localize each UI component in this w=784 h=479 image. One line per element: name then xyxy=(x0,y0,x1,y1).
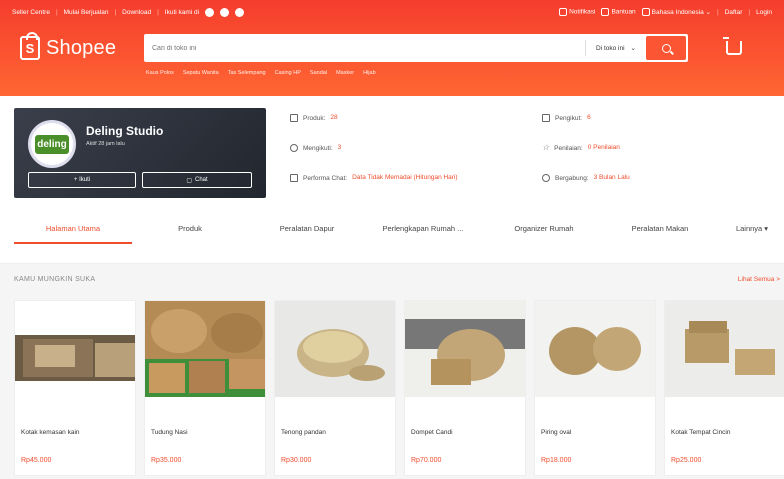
suggestion-link[interactable]: Tas Selempang xyxy=(228,70,266,76)
product-name: Kotak Tempat Cincin xyxy=(671,429,731,436)
help-link[interactable]: Bantuan xyxy=(601,8,636,16)
search-button[interactable] xyxy=(646,36,686,60)
tab-household[interactable]: Perlengkapan Rumah ... xyxy=(366,224,480,233)
search-scope-select[interactable]: Di toko ini ⌄ xyxy=(585,40,646,56)
globe-icon xyxy=(641,8,650,17)
product-card[interactable]: Dompet Candi Rp70.000 xyxy=(404,300,526,476)
suggestion-link[interactable]: Hijab xyxy=(363,70,376,76)
product-image xyxy=(665,301,784,397)
followers-icon xyxy=(542,114,550,122)
user-icon xyxy=(290,144,298,152)
store-icon xyxy=(290,114,298,122)
follow-us-label: Ikuti kami di xyxy=(164,8,200,16)
help-icon xyxy=(601,8,610,16)
stat-products: Produk: 28 xyxy=(290,114,458,144)
follow-button[interactable]: + Ikuti xyxy=(28,172,136,188)
product-image xyxy=(535,301,655,397)
tab-kitchen[interactable]: Peralatan Dapur xyxy=(254,224,360,233)
topbar: Seller Centre | Mulai Berjualan | Download… xyxy=(12,7,772,17)
shopee-logo[interactable]: S Shopee xyxy=(20,32,144,60)
product-card[interactable]: Kotak Tempat Cincin Rp25.000 xyxy=(664,300,784,476)
shop-stats-left: Produk: 28 Mengikuti: 3 Performa Chat: Data… xyxy=(290,114,458,204)
suggestion-link[interactable]: Sepatu Wanita xyxy=(183,70,219,76)
tab-organizer[interactable]: Organizer Rumah xyxy=(494,224,594,233)
notification-link[interactable]: Notifikasi xyxy=(559,8,595,16)
start-selling-link[interactable]: Mulai Berjualan xyxy=(64,9,109,16)
shop-name: Deling Studio xyxy=(86,124,164,138)
shop-stats-right: Pengikut: 6 ☆ Penilaian: 0 Penilaian Bergab… xyxy=(542,114,630,204)
stat-followers: Pengikut: 6 xyxy=(542,114,630,144)
section-header: KAMU MUNGKIN SUKA Lihat Semua > xyxy=(0,276,784,292)
tab-more[interactable]: Lainnya ▾ xyxy=(722,224,782,233)
product-name: Tenong pandan xyxy=(281,429,326,436)
chevron-down-icon: ⌄ xyxy=(630,45,636,52)
product-name: Piring oval xyxy=(541,429,572,436)
shop-avatar[interactable]: deling xyxy=(28,120,76,168)
download-link[interactable]: Download xyxy=(122,9,151,16)
chat-button[interactable]: ▢ Chat xyxy=(142,172,252,188)
tab-products[interactable]: Produk xyxy=(140,224,240,233)
stat-rating: ☆ Penilaian: 0 Penilaian xyxy=(542,143,620,152)
product-price: Rp70.000 xyxy=(411,457,442,464)
star-icon: ☆ xyxy=(542,143,550,152)
language-selector[interactable]: Bahasa Indonesia ⌄ xyxy=(641,8,711,17)
bell-icon xyxy=(559,8,568,16)
search-suggestions: Kaus Polos Sepatu Wanita Tas Selempang C… xyxy=(146,70,376,76)
stat-following: Mengikuti: 3 xyxy=(290,144,458,174)
product-name: Tudung Nasi xyxy=(151,429,188,436)
line-icon[interactable] xyxy=(235,7,245,17)
product-image xyxy=(145,301,265,397)
product-name: Dompet Candi xyxy=(411,429,453,436)
shop-tabs: Halaman Utama Produk Peralatan Dapur Per… xyxy=(0,212,784,264)
product-card[interactable]: Tenong pandan Rp30.000 xyxy=(274,300,396,476)
stat-chat-performance: Performa Chat: Data Tidak Memadai (Hitung… xyxy=(290,174,458,204)
chat-icon xyxy=(290,174,298,182)
shop-card: deling Deling Studio Aktif 28 jam lalu +… xyxy=(14,108,266,198)
suggestion-link[interactable]: Casing HP xyxy=(275,70,301,76)
cart-icon[interactable] xyxy=(723,37,742,55)
product-price: Rp30.000 xyxy=(281,457,312,464)
register-link[interactable]: Daftar xyxy=(725,9,743,16)
active-tab-indicator xyxy=(14,242,132,244)
product-price: Rp45.000 xyxy=(21,457,52,464)
shop-active-status: Aktif 28 jam lalu xyxy=(86,141,125,147)
instagram-icon[interactable] xyxy=(220,7,230,17)
product-card[interactable]: Piring oval Rp18.000 xyxy=(534,300,656,476)
product-image xyxy=(15,301,135,397)
search-icon xyxy=(661,43,671,53)
shop-info: deling Deling Studio Aktif 28 jam lalu +… xyxy=(0,96,784,212)
product-image xyxy=(405,301,525,397)
suggestion-link[interactable]: Sandal xyxy=(310,70,327,76)
seller-centre-link[interactable]: Seller Centre xyxy=(12,9,50,16)
suggestion-link[interactable]: Kaus Polos xyxy=(146,70,174,76)
product-price: Rp18.000 xyxy=(541,457,572,464)
header: Seller Centre | Mulai Berjualan | Download… xyxy=(0,0,784,96)
chat-icon: ▢ xyxy=(186,177,192,184)
stat-joined: Bergabung: 3 Bulan Lalu xyxy=(542,174,630,204)
search-bar: Di toko ini⌄ xyxy=(144,34,688,62)
suggestion-link[interactable]: Masker xyxy=(336,70,354,76)
tab-tableware[interactable]: Peralatan Makan xyxy=(610,224,710,233)
search-input[interactable] xyxy=(146,44,585,52)
product-name: Kotak kemasan kain xyxy=(21,429,80,436)
product-price: Rp25.000 xyxy=(671,457,702,464)
see-all-link[interactable]: Lihat Semua > xyxy=(738,276,780,283)
product-price: Rp35.000 xyxy=(151,457,182,464)
section-title: KAMU MUNGKIN SUKA xyxy=(14,276,96,283)
login-link[interactable]: Login xyxy=(756,9,772,16)
user-icon xyxy=(542,174,550,182)
product-image xyxy=(275,301,395,397)
product-card[interactable]: Tudung Nasi Rp35.000 xyxy=(144,300,266,476)
product-card[interactable]: Kotak kemasan kain Rp45.000 xyxy=(14,300,136,476)
tab-home[interactable]: Halaman Utama xyxy=(14,224,132,233)
shopee-bag-icon: S xyxy=(20,32,40,60)
facebook-icon[interactable] xyxy=(205,7,215,17)
